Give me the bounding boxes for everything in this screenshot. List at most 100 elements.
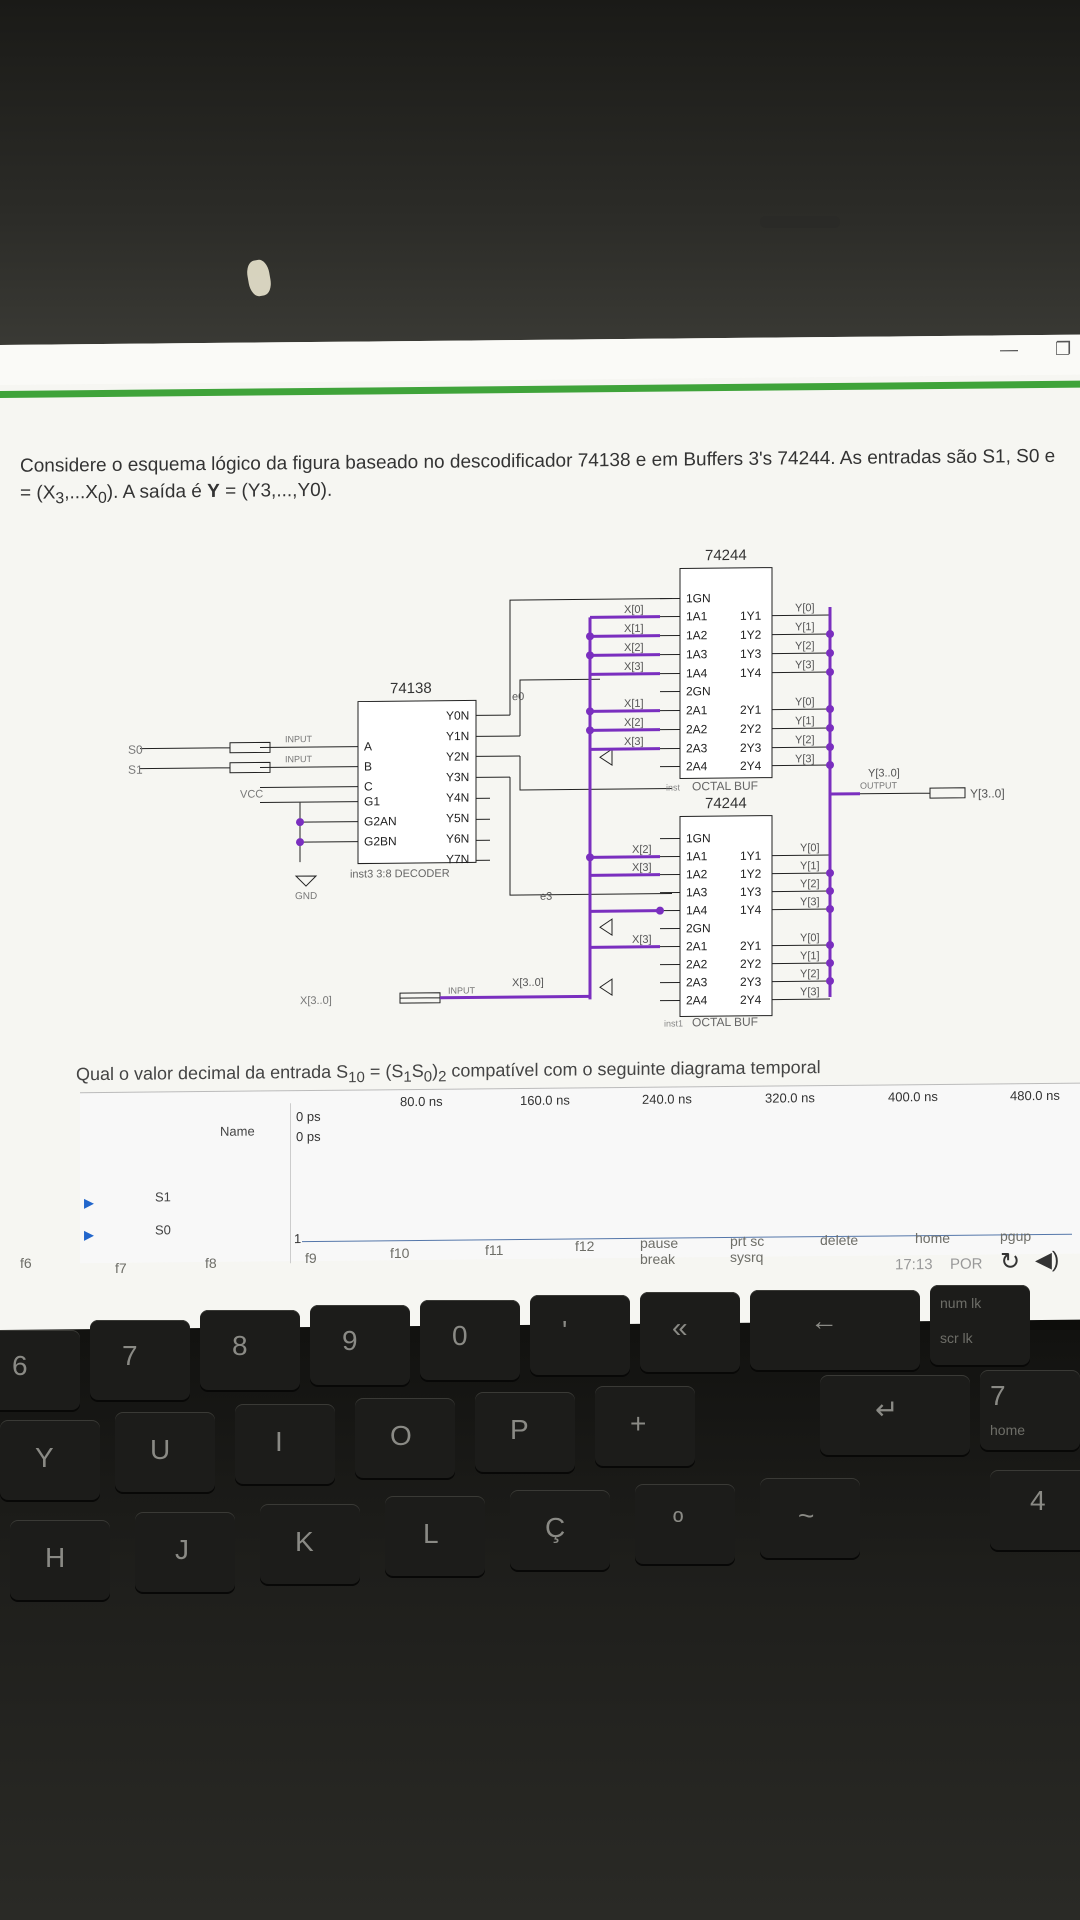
output-tag: OUTPUT (860, 780, 897, 790)
key-pause[interactable]: pause break (640, 1235, 678, 1267)
wire-y-top2-3: Y[3] (795, 753, 815, 765)
input-s0-label: S0 (128, 743, 143, 757)
key-y[interactable]: Y (0, 1420, 100, 1500)
key-8[interactable]: 8 (200, 1310, 300, 1390)
key-prtsc[interactable]: prt sc sysrq (730, 1233, 764, 1265)
buf-top-pin-2a1: 2A1 (686, 703, 708, 717)
octal-buf-bottom: OCTAL BUF (692, 1015, 758, 1030)
key-p[interactable]: P (475, 1392, 575, 1472)
buf-top-out-2y2: 2Y2 (740, 722, 762, 736)
name-header: Name (220, 1123, 255, 1139)
key-i[interactable]: I (235, 1404, 335, 1484)
wire-x-top1-0: X[0] (624, 604, 644, 616)
input-s1-label: S1 (128, 763, 143, 777)
buf-bottom-pin-1a3: 1A3 (686, 885, 708, 899)
key-apostrophe[interactable]: ' (530, 1295, 630, 1375)
time-cursor: 0 ps (296, 1128, 321, 1145)
key-enter[interactable]: ↵ (820, 1375, 970, 1455)
buf-top-pin-2a2: 2A2 (686, 722, 708, 736)
decoder-out-y0n: Y0N (446, 708, 469, 722)
octal-buf-inst-bottom: inst1 (664, 1018, 683, 1028)
key-ordinal[interactable]: º (635, 1484, 735, 1564)
buf-top-pin-1a4: 1A4 (686, 666, 708, 680)
wire-y-top1-3: Y[3] (795, 659, 815, 671)
key-f10[interactable]: f10 (390, 1245, 409, 1261)
wire-y-bot1-2: Y[2] (800, 878, 820, 890)
key-plus[interactable]: + (595, 1386, 695, 1466)
key-j[interactable]: J (135, 1512, 235, 1592)
wire-x-top1-3: X[3] (624, 661, 644, 673)
backspace-icon: ← (810, 1305, 838, 1336)
buf-top-pin-1a3: 1A3 (686, 647, 708, 661)
wire-x-top2-2: X[3] (624, 736, 644, 748)
buf-top-out-1y3: 1Y3 (740, 647, 762, 661)
decoder-out-y5n: Y5N (446, 811, 469, 825)
vcc-label: VCC (240, 788, 263, 800)
volume-icon[interactable]: ◀) (1035, 1247, 1059, 1273)
key-numlock[interactable]: num lk scr lk (930, 1285, 1030, 1365)
key-f11[interactable]: f11 (485, 1242, 503, 1258)
buf-bottom-pin-2a2: 2A2 (686, 957, 708, 971)
buf-top-out-1y2: 1Y2 (740, 628, 762, 642)
key-f8[interactable]: f8 (205, 1255, 217, 1271)
key-num7[interactable]: 7 home (980, 1370, 1080, 1450)
wire-y-bot1-3: Y[3] (800, 896, 820, 908)
key-num4[interactable]: 4 (990, 1470, 1080, 1550)
minimize-icon[interactable]: — (1000, 339, 1018, 360)
signal-s0-label[interactable]: S0 (155, 1222, 171, 1237)
laptop-bezel (0, 0, 1080, 350)
buf-top-out-2y4: 2Y4 (740, 759, 762, 773)
key-7[interactable]: 7 (90, 1320, 190, 1400)
decoder-out-y6n: Y6N (446, 831, 469, 845)
buf-top-out-1y4: 1Y4 (740, 666, 762, 680)
buf-top-pin-2gn: 2GN (686, 684, 711, 698)
signal-s1-label[interactable]: S1 (155, 1189, 171, 1204)
buf-bottom-out-2y1: 2Y1 (740, 939, 762, 953)
wire-x-bot1-1: X[3] (632, 862, 652, 874)
key-pgup[interactable]: pgup (1000, 1228, 1031, 1244)
key-9[interactable]: 9 (310, 1305, 410, 1385)
key-f7[interactable]: f7 (115, 1260, 127, 1276)
wire-y-bot2-3: Y[3] (800, 986, 820, 998)
buf-bottom-pin-2a3: 2A3 (686, 975, 708, 989)
key-l[interactable]: L (385, 1496, 485, 1576)
buf-bottom-out-2y4: 2Y4 (740, 993, 762, 1007)
decoder-out-y4n: Y4N (446, 790, 469, 804)
decoder-pin-c: C (364, 779, 373, 793)
buf-top-out-1y1: 1Y1 (740, 609, 762, 623)
key-guillemet[interactable]: « (640, 1292, 740, 1372)
buf-bottom-pin-2gn: 2GN (686, 921, 711, 935)
key-o[interactable]: O (355, 1398, 455, 1478)
key-k[interactable]: K (260, 1504, 360, 1584)
language-indicator[interactable]: POR (950, 1256, 983, 1273)
key-u[interactable]: U (115, 1412, 215, 1492)
key-c-cedilla[interactable]: Ç (510, 1490, 610, 1570)
buf-bottom-out-2y3: 2Y3 (740, 975, 762, 989)
key-f9[interactable]: f9 (305, 1250, 317, 1266)
buf-bottom-pin-1a2: 1A2 (686, 867, 708, 881)
key-delete[interactable]: delete (820, 1232, 858, 1248)
key-home[interactable]: home (915, 1230, 950, 1246)
wire-y-top2-2: Y[2] (795, 734, 815, 746)
octal-buf-top: OCTAL BUF (692, 779, 758, 794)
wire-y-top1-0: Y[0] (795, 602, 815, 614)
wire-y-bot2-0: Y[0] (800, 932, 820, 944)
key-6[interactable]: 6 (0, 1330, 80, 1410)
restore-icon[interactable]: ❐ (1055, 339, 1071, 360)
decoder-out-y7n: Y7N (446, 852, 469, 866)
buf-bottom-pin-1gn: 1GN (686, 831, 711, 845)
key-f12[interactable]: f12 (575, 1238, 594, 1254)
buf-bottom-out-1y2: 1Y2 (740, 867, 762, 881)
key-0[interactable]: 0 (420, 1300, 520, 1380)
key-backspace[interactable]: ← (750, 1290, 920, 1370)
refresh-icon[interactable]: ↻ (1000, 1247, 1020, 1276)
decoder-pin-g1: G1 (364, 794, 380, 808)
buf-top-pin-1a2: 1A2 (686, 628, 708, 642)
key-f6[interactable]: f6 (20, 1255, 32, 1271)
net-e0-label: e0 (512, 691, 524, 703)
s0-level: 1 (294, 1231, 302, 1247)
key-h[interactable]: H (10, 1520, 110, 1600)
key-tilde[interactable]: ~ (760, 1478, 860, 1558)
y-bus-wire-label: Y[3..0] (868, 767, 900, 779)
tick-480ns: 480.0 ns (1010, 1087, 1060, 1104)
